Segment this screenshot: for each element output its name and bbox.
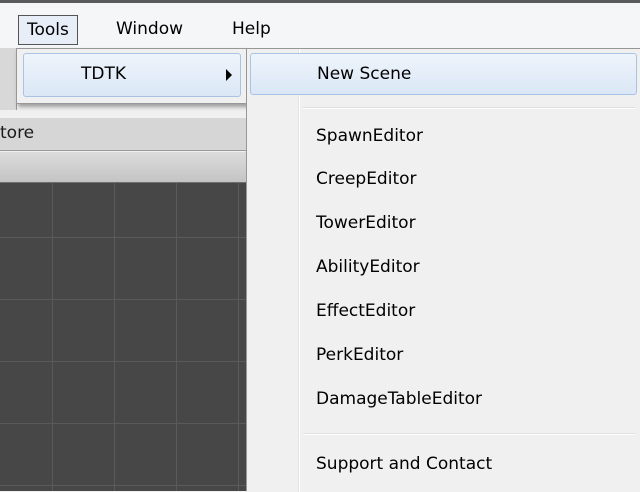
menu-item-perk-editor[interactable]: PerkEditor — [250, 335, 637, 377]
panel-tab-label: tore — [0, 123, 35, 143]
scene-view-grid[interactable] — [0, 183, 250, 491]
menu-item-effect-editor[interactable]: EffectEditor — [250, 291, 637, 333]
menu-item-label: AbilityEditor — [316, 257, 420, 277]
menu-item-tdtk-label: TDTK — [81, 64, 127, 84]
menu-item-spawn-editor[interactable]: SpawnEditor — [250, 116, 637, 158]
menu-bar: Tools Window Help — [0, 0, 640, 48]
tdtk-submenu: New Scene SpawnEditor CreepEditor TowerE… — [246, 48, 640, 492]
menu-item-label: CreepEditor — [316, 169, 417, 189]
panel-toolbar — [0, 152, 250, 183]
menu-item-new-scene[interactable]: New Scene — [250, 53, 637, 95]
menu-item-label: Support and Contact — [316, 454, 493, 474]
menu-item-label: PerkEditor — [316, 345, 404, 365]
menu-item-ability-editor[interactable]: AbilityEditor — [250, 247, 637, 289]
menu-separator — [303, 433, 635, 435]
menu-item-label: EffectEditor — [316, 301, 416, 321]
menu-item-tdtk[interactable]: TDTK — [23, 53, 241, 97]
menu-item-label: DamageTableEditor — [316, 389, 483, 409]
panel-tab-header[interactable]: tore — [0, 118, 250, 151]
menu-window[interactable]: Window — [108, 15, 191, 45]
menu-help[interactable]: Help — [224, 15, 279, 45]
menu-tools[interactable]: Tools — [18, 15, 78, 45]
menu-item-creep-editor[interactable]: CreepEditor — [250, 159, 637, 201]
menu-item-support-contact[interactable]: Support and Contact — [250, 444, 637, 486]
menu-item-damage-table-editor[interactable]: DamageTableEditor — [250, 379, 637, 421]
menu-separator — [303, 107, 635, 109]
menu-item-tower-editor[interactable]: TowerEditor — [250, 203, 637, 245]
submenu-arrow-icon — [226, 69, 232, 81]
menu-item-label: SpawnEditor — [316, 126, 423, 146]
tools-dropdown: TDTK — [16, 48, 248, 104]
menu-item-label: TowerEditor — [316, 213, 416, 233]
menu-item-label: New Scene — [317, 64, 412, 84]
